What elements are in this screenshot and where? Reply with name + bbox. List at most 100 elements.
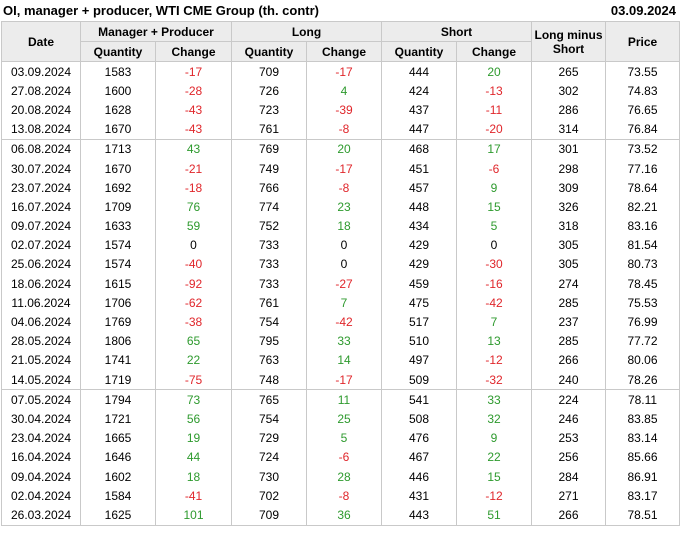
report-title: OI, manager + producer, WTI CME Group (t…	[3, 3, 319, 18]
cell-mp-change: -62	[155, 293, 232, 313]
cell-price: 78.64	[605, 178, 680, 198]
cell-price: 81.54	[605, 235, 680, 255]
cell-price: 82.21	[605, 197, 680, 217]
cell-short-change: 15	[456, 197, 533, 217]
cell-date: 20.08.2024	[1, 100, 81, 120]
cell-short-change: -13	[456, 81, 533, 101]
cell-price: 85.66	[605, 447, 680, 467]
table-row: 23.07.2024 1692 -18 766 -8 457 9 309 78.64	[1, 178, 680, 198]
cell-date: 23.07.2024	[1, 178, 81, 198]
cell-short-change: 0	[456, 235, 533, 255]
cell-short-quantity: 468	[381, 138, 458, 159]
cell-long-minus-short: 326	[531, 197, 607, 217]
table-row: 06.08.2024 1713 43 769 20 468 17 301 73.52	[1, 138, 680, 159]
cell-date: 30.07.2024	[1, 158, 81, 179]
cell-date: 11.06.2024	[1, 293, 81, 313]
cell-long-change: 28	[305, 466, 383, 487]
col-header-short-change: Change	[456, 41, 533, 62]
cell-mp-change: -43	[155, 100, 232, 120]
cell-long-change: -17	[305, 158, 383, 179]
cell-mp-quantity: 1615	[80, 274, 156, 294]
cell-price: 76.99	[605, 312, 680, 332]
cell-long-minus-short: 256	[531, 447, 607, 467]
cell-long-quantity: 761	[231, 119, 307, 140]
cell-date: 26.03.2024	[1, 505, 81, 526]
cell-date: 27.08.2024	[1, 81, 81, 101]
cell-long-change: -8	[305, 178, 383, 198]
cell-mp-change: 44	[155, 447, 232, 467]
cell-short-quantity: 476	[381, 428, 458, 448]
cell-mp-change: 76	[155, 197, 232, 217]
cot-table: Date Manager + Producer Long Short Long …	[1, 21, 680, 526]
cell-long-quantity: 765	[231, 389, 307, 410]
table-row: 28.05.2024 1806 65 795 33 510 13 285 77.72	[1, 331, 680, 351]
cell-short-change: 51	[456, 505, 533, 526]
cell-price: 74.83	[605, 81, 680, 101]
cell-mp-change: 101	[155, 505, 232, 526]
cell-long-minus-short: 305	[531, 235, 607, 255]
cell-short-quantity: 424	[381, 81, 458, 101]
cell-short-change: -16	[456, 274, 533, 294]
cell-long-change: 7	[305, 293, 383, 313]
cell-date: 16.04.2024	[1, 447, 81, 467]
cell-short-quantity: 443	[381, 505, 458, 526]
cell-long-minus-short: 314	[531, 119, 607, 140]
cell-price: 73.52	[605, 138, 680, 159]
cell-short-quantity: 475	[381, 293, 458, 313]
cell-mp-quantity: 1574	[80, 254, 156, 275]
col-header-date: Date	[1, 21, 81, 62]
cell-long-change: 36	[305, 505, 383, 526]
cell-short-quantity: 509	[381, 370, 458, 390]
cell-price: 83.17	[605, 486, 680, 506]
cell-mp-quantity: 1692	[80, 178, 156, 198]
cell-mp-quantity: 1574	[80, 235, 156, 255]
col-header-long-minus-short: Long minus Short	[531, 21, 607, 62]
cell-mp-change: -41	[155, 486, 232, 506]
cell-long-quantity: 733	[231, 254, 307, 275]
cell-long-change: 25	[305, 409, 383, 429]
cell-long-quantity: 763	[231, 350, 307, 370]
cell-long-minus-short: 285	[531, 331, 607, 351]
table-row: 03.09.2024 1583 -17 709 -17 444 20 265 73.55	[1, 61, 680, 82]
cell-price: 77.16	[605, 158, 680, 179]
cell-mp-quantity: 1670	[80, 158, 156, 179]
cell-short-quantity: 541	[381, 389, 458, 410]
cell-short-quantity: 510	[381, 331, 458, 351]
cell-long-minus-short: 301	[531, 138, 607, 159]
cell-mp-quantity: 1741	[80, 350, 156, 370]
col-group-manager-producer: Manager + Producer	[80, 21, 232, 42]
cell-long-change: 18	[305, 216, 383, 236]
cell-long-change: -39	[305, 100, 383, 120]
cell-long-change: -17	[305, 370, 383, 390]
table-row: 02.04.2024 1584 -41 702 -8 431 -12 271 83.17	[1, 486, 680, 506]
cell-date: 21.05.2024	[1, 350, 81, 370]
cell-date: 14.05.2024	[1, 370, 81, 390]
cell-mp-quantity: 1794	[80, 389, 156, 410]
cell-short-change: 32	[456, 409, 533, 429]
cell-date: 02.07.2024	[1, 235, 81, 255]
cell-short-change: -20	[456, 119, 533, 140]
cell-price: 78.26	[605, 370, 680, 390]
cell-price: 80.06	[605, 350, 680, 370]
table-row: 14.05.2024 1719 -75 748 -17 509 -32 240 78.26	[1, 370, 680, 390]
cell-long-quantity: 752	[231, 216, 307, 236]
cell-mp-change: 0	[155, 235, 232, 255]
table-row: 21.05.2024 1741 22 763 14 497 -12 266 80.06	[1, 350, 680, 370]
cell-long-change: 14	[305, 350, 383, 370]
cell-short-quantity: 446	[381, 466, 458, 487]
cell-long-quantity: 730	[231, 466, 307, 487]
table-row: 13.08.2024 1670 -43 761 -8 447 -20 314 76.84	[1, 119, 680, 140]
cell-short-quantity: 508	[381, 409, 458, 429]
cell-short-quantity: 429	[381, 254, 458, 275]
cell-short-quantity: 451	[381, 158, 458, 179]
col-header-long-quantity: Quantity	[231, 41, 307, 62]
cell-date: 04.06.2024	[1, 312, 81, 332]
cell-long-change: 20	[305, 138, 383, 159]
cell-mp-quantity: 1769	[80, 312, 156, 332]
table-row: 20.08.2024 1628 -43 723 -39 437 -11 286 76.65	[1, 100, 680, 120]
cell-long-quantity: 754	[231, 312, 307, 332]
cell-price: 73.55	[605, 61, 680, 82]
cell-date: 18.06.2024	[1, 274, 81, 294]
cell-long-quantity: 724	[231, 447, 307, 467]
cell-mp-quantity: 1806	[80, 331, 156, 351]
